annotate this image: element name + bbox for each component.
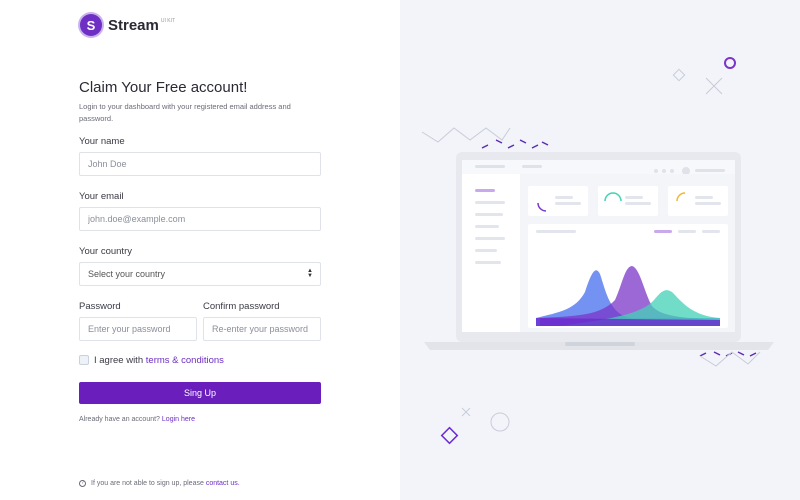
diamond-decoration-icon — [672, 68, 686, 82]
cross-decoration-icon — [705, 77, 723, 95]
form-title: Claim Your Free account! — [79, 79, 248, 96]
email-label: Your email — [79, 191, 124, 202]
password-input[interactable] — [79, 317, 197, 341]
form-subtitle: Login to your dashboard with your regist… — [79, 102, 291, 123]
password-label: Password — [79, 301, 121, 312]
help-text: If you are not able to sign up, please — [91, 480, 204, 487]
login-prompt: Already have an account? Login here — [79, 416, 195, 423]
logo-text: Stream — [108, 16, 159, 34]
terms-text: I agree with terms & conditions — [94, 355, 224, 366]
signup-button[interactable]: Sing Up — [79, 382, 321, 404]
dash-decoration-icon — [481, 139, 549, 149]
circle-decoration-icon — [490, 412, 510, 432]
country-label: Your country — [79, 246, 132, 257]
login-prompt-text: Already have an account? — [79, 416, 160, 423]
laptop-illustration — [421, 57, 774, 445]
login-link[interactable]: Login here — [162, 416, 195, 423]
country-select[interactable]: Select your country ▲ ▼ — [79, 262, 321, 286]
country-select-value: Select your country — [88, 269, 166, 279]
help-note: ? If you are not able to sign up, please… — [79, 480, 240, 487]
logo-superscript: UI KIT — [160, 18, 176, 24]
email-input[interactable] — [79, 207, 321, 231]
signup-panel: S Stream UI KIT Claim Your Free account!… — [0, 0, 400, 500]
diamond-decoration-icon — [440, 426, 459, 445]
name-input[interactable] — [79, 152, 321, 176]
terms-checkbox[interactable] — [79, 355, 89, 365]
select-arrows-icon: ▲ ▼ — [307, 268, 313, 279]
cross-decoration-icon — [461, 407, 471, 417]
confirm-password-label: Confirm password — [203, 301, 280, 312]
brand-logo[interactable]: S Stream UI KIT — [80, 14, 175, 36]
terms-link[interactable]: terms & conditions — [146, 355, 224, 366]
circle-decoration-icon — [724, 57, 736, 69]
confirm-password-input[interactable] — [203, 317, 321, 341]
terms-prefix: I agree with — [94, 355, 144, 366]
question-icon: ? — [79, 480, 86, 487]
name-label: Your name — [79, 136, 125, 147]
contact-link[interactable]: contact us. — [206, 480, 240, 487]
illustration-panel — [400, 0, 800, 500]
logo-mark: S — [80, 14, 102, 36]
